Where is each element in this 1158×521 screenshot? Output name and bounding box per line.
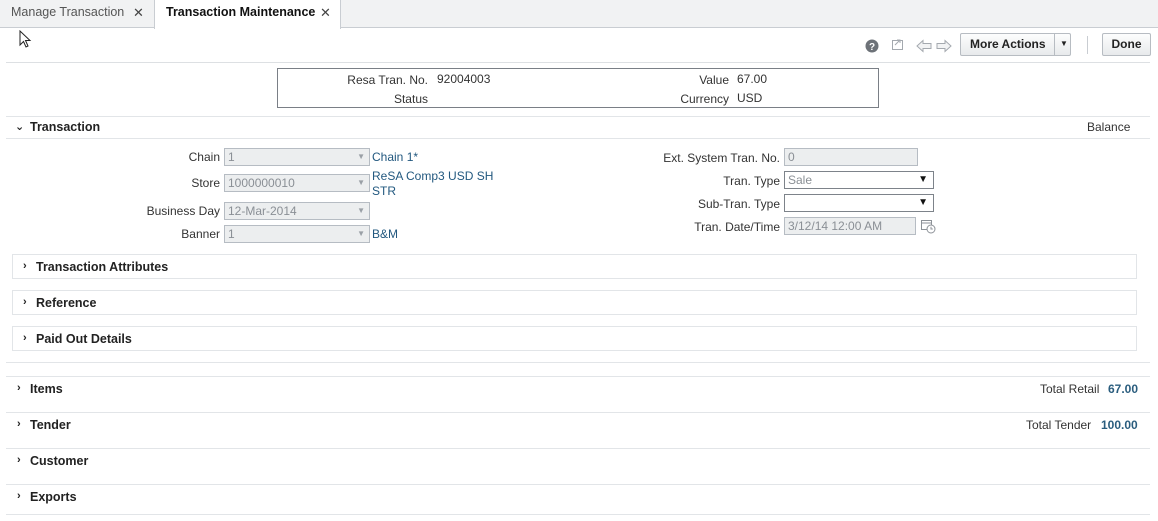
close-icon[interactable]: ✕ xyxy=(320,5,331,21)
chevron-down-icon: ▼ xyxy=(357,229,365,238)
business-day-label: Business Day xyxy=(146,204,220,218)
transaction-section-title[interactable]: Transaction xyxy=(30,120,100,134)
arrow-right-icon[interactable] xyxy=(936,39,952,53)
exports-section-title[interactable]: Exports xyxy=(30,490,77,504)
chevron-right-icon[interactable]: › xyxy=(17,418,21,430)
store-description-line-2: STR xyxy=(372,184,396,198)
chevron-down-icon[interactable]: ▼ xyxy=(1060,34,1068,54)
chevron-right-icon[interactable]: › xyxy=(17,490,21,502)
divider xyxy=(6,412,1150,413)
transaction-attributes-section[interactable]: › Transaction Attributes xyxy=(12,254,1137,279)
currency-value: USD xyxy=(737,91,763,105)
tab-bar: Manage Transaction ✕ Transaction Mainten… xyxy=(0,0,1158,29)
chevron-right-icon[interactable]: › xyxy=(17,454,21,466)
banner-description: B&M xyxy=(372,227,399,241)
tran-type-select[interactable]: Sale ▼ xyxy=(784,171,934,189)
tab-label: Manage Transaction xyxy=(11,5,125,19)
help-icon[interactable]: ? xyxy=(865,39,879,53)
tab-label: Transaction Maintenance xyxy=(166,5,316,19)
done-button[interactable]: Done xyxy=(1102,33,1151,56)
toolbar-divider xyxy=(1087,36,1088,54)
tab-manage-transaction[interactable]: Manage Transaction ✕ xyxy=(0,0,155,28)
more-actions-label: More Actions xyxy=(970,37,1046,51)
total-tender-label: Total Tender xyxy=(1026,418,1092,432)
business-day-select[interactable]: 12-Mar-2014 ▼ xyxy=(224,202,370,220)
close-icon[interactable]: ✕ xyxy=(133,5,144,21)
reference-section[interactable]: › Reference xyxy=(12,290,1137,315)
ext-system-tran-no-label: Ext. System Tran. No. xyxy=(663,151,780,165)
value-label: Value xyxy=(699,73,729,87)
paid-out-details-section[interactable]: › Paid Out Details xyxy=(12,326,1137,351)
store-label: Store xyxy=(191,176,220,190)
chain-description: Chain 1* xyxy=(372,150,419,164)
divider xyxy=(6,362,1150,363)
sub-tran-type-label: Sub-Tran. Type xyxy=(697,197,780,211)
total-retail-label: Total Retail xyxy=(1040,382,1100,396)
chevron-down-icon: ▼ xyxy=(357,206,365,215)
mouse-cursor-icon xyxy=(19,30,32,48)
chain-label: Chain xyxy=(188,150,220,164)
tran-date-time-label: Tran. Date/Time xyxy=(694,220,780,234)
chain-value: 1 xyxy=(228,150,235,164)
export-icon[interactable] xyxy=(891,37,905,51)
chain-select[interactable]: 1 ▼ xyxy=(224,148,370,166)
banner-select[interactable]: 1 ▼ xyxy=(224,225,370,243)
tran-date-time-field[interactable]: 3/12/14 12:00 AM xyxy=(784,217,916,235)
tran-type-value: Sale xyxy=(788,173,813,187)
resa-tran-no-value: 92004003 xyxy=(437,72,491,86)
svg-text:?: ? xyxy=(869,42,875,53)
divider xyxy=(6,514,1150,515)
store-value: 1000000010 xyxy=(228,176,295,190)
divider xyxy=(1054,34,1055,55)
chevron-down-icon: ▼ xyxy=(918,197,928,208)
store-description-line-1: ReSA Comp3 USD SH xyxy=(372,169,494,183)
chevron-right-icon[interactable]: › xyxy=(23,260,27,272)
ext-system-tran-no-value: 0 xyxy=(788,150,795,164)
transaction-summary: Resa Tran. No. 92004003 Status Value 67.… xyxy=(277,68,879,108)
business-day-value: 12-Mar-2014 xyxy=(228,204,297,218)
chevron-down-icon: ▼ xyxy=(918,174,928,185)
divider xyxy=(6,138,1150,139)
chevron-right-icon[interactable]: › xyxy=(17,382,21,394)
chevron-right-icon[interactable]: › xyxy=(23,332,27,344)
divider xyxy=(6,376,1150,377)
chevron-right-icon[interactable]: › xyxy=(23,296,27,308)
divider xyxy=(6,116,1150,117)
paid-out-details-title[interactable]: Paid Out Details xyxy=(36,332,132,346)
banner-value: 1 xyxy=(228,227,235,241)
more-actions-button[interactable]: More Actions ▼ xyxy=(960,33,1071,56)
tab-transaction-maintenance[interactable]: Transaction Maintenance ✕ xyxy=(154,0,341,29)
resa-tran-no-label: Resa Tran. No. xyxy=(347,73,428,87)
tran-type-label: Tran. Type xyxy=(723,174,780,188)
arrow-left-icon[interactable] xyxy=(916,39,932,53)
tender-section-title[interactable]: Tender xyxy=(30,418,71,432)
currency-label: Currency xyxy=(680,92,729,106)
sub-tran-type-select[interactable]: ▼ xyxy=(784,194,934,212)
total-retail-value: 67.00 xyxy=(1108,382,1139,396)
divider xyxy=(6,448,1150,449)
balance-label: Balance xyxy=(1087,120,1131,134)
customer-section-title[interactable]: Customer xyxy=(30,454,88,468)
value-value: 67.00 xyxy=(737,72,768,86)
status-label: Status xyxy=(393,92,428,106)
reference-title[interactable]: Reference xyxy=(36,296,96,310)
chevron-down-icon: ▼ xyxy=(357,152,365,161)
transaction-attributes-title[interactable]: Transaction Attributes xyxy=(36,260,168,274)
chevron-down-icon: ▼ xyxy=(357,178,365,187)
ext-system-tran-no-field[interactable]: 0 xyxy=(784,148,918,166)
divider xyxy=(6,484,1150,485)
store-select[interactable]: 1000000010 ▼ xyxy=(224,174,370,192)
chevron-down-icon[interactable]: ⌄ xyxy=(15,120,24,133)
banner-label: Banner xyxy=(181,227,220,241)
total-tender-value: 100.00 xyxy=(1101,418,1138,432)
tran-date-time-value: 3/12/14 12:00 AM xyxy=(788,219,883,233)
items-section-title[interactable]: Items xyxy=(30,382,63,396)
calendar-clock-icon[interactable] xyxy=(920,218,936,234)
